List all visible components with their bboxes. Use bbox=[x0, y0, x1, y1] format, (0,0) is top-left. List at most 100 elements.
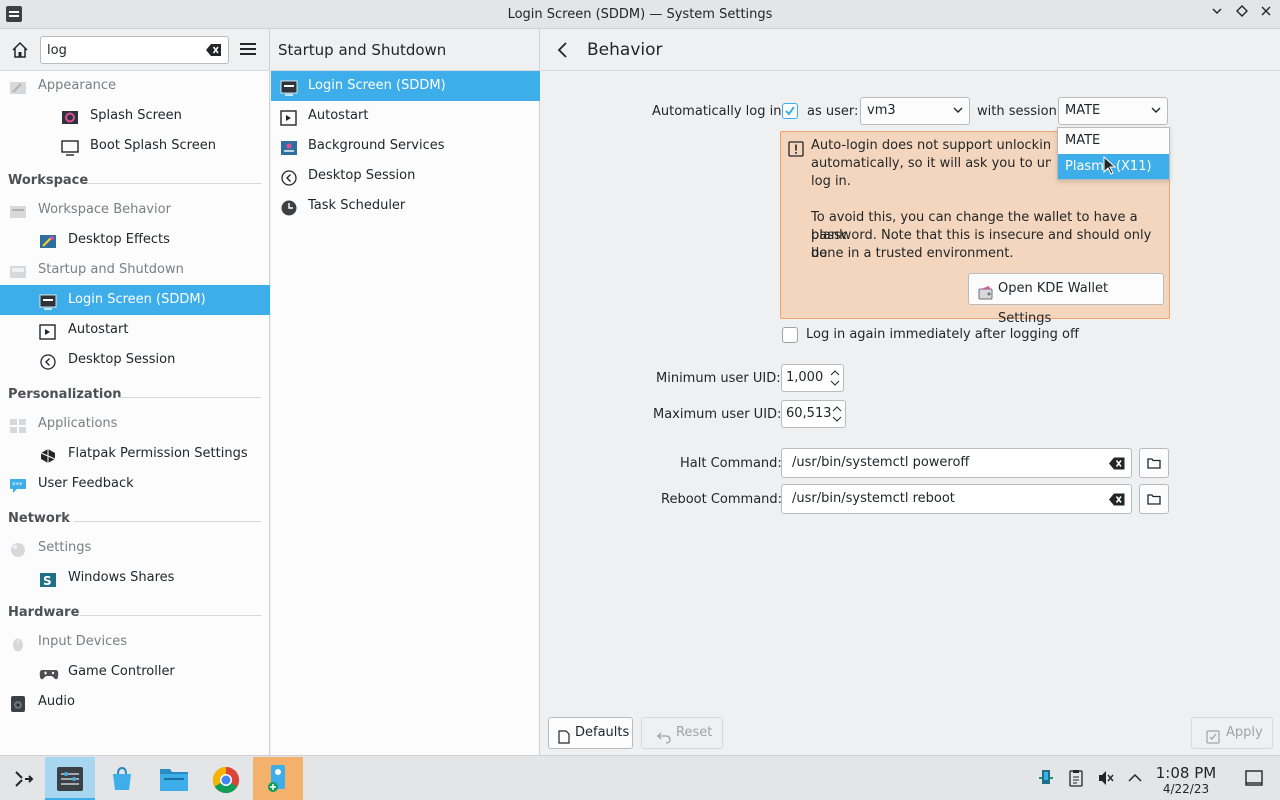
sidebar-item-autostart[interactable]: Autostart bbox=[0, 315, 270, 345]
mouse-cursor-icon bbox=[1103, 156, 1117, 175]
user-feedback-icon: *** bbox=[9, 476, 27, 493]
clock-time[interactable]: 1:08 PM bbox=[1153, 764, 1219, 782]
clipboard-icon[interactable] bbox=[1067, 769, 1085, 787]
reboot-command-browse-button[interactable] bbox=[1139, 484, 1169, 514]
relogin-label: Log in again immediately after logging o… bbox=[806, 327, 1079, 342]
taskbar: 1:08 PM 4/22/23 bbox=[0, 755, 1280, 800]
min-uid-label: Minimum user UID: bbox=[656, 371, 781, 386]
sidebar-item-input-devices[interactable]: Input Devices bbox=[0, 627, 270, 657]
user-combobox[interactable]: vm3 bbox=[860, 97, 970, 125]
sidebar-item-windows-shares[interactable]: S Windows Shares bbox=[0, 563, 270, 593]
sidebar-item-workspace-behavior[interactable]: Workspace Behavior bbox=[0, 195, 270, 225]
group-network: Network bbox=[8, 511, 262, 531]
reboot-command-input[interactable]: /usr/bin/systemctl reboot bbox=[781, 484, 1132, 514]
group-hardware: Hardware bbox=[8, 605, 262, 625]
windows-shares-icon: S bbox=[39, 570, 57, 588]
halt-command-label: Halt Command: bbox=[680, 456, 782, 471]
sidebar-item-boot-splash-screen[interactable]: Boot Splash Screen bbox=[0, 131, 270, 161]
max-uid-label: Maximum user UID: bbox=[653, 407, 782, 422]
halt-command-input[interactable]: /usr/bin/systemctl poweroff bbox=[781, 448, 1132, 478]
clock-date[interactable]: 4/22/23 bbox=[1153, 782, 1219, 796]
desktop-session-icon bbox=[280, 168, 298, 186]
folder-icon bbox=[1147, 458, 1161, 469]
application-launcher-icon[interactable] bbox=[0, 757, 50, 800]
sidebar-item-appearance[interactable]: Appearance bbox=[0, 71, 270, 101]
hamburger-menu-icon[interactable] bbox=[240, 41, 258, 57]
sidebar-item-startup-and-shutdown[interactable]: Startup and Shutdown bbox=[0, 255, 270, 285]
subpanel-item-task-scheduler[interactable]: Task Scheduler bbox=[271, 191, 540, 221]
warning-text-line2: automatically, so it will ask you to unl… bbox=[811, 156, 1051, 171]
sidebar-header bbox=[0, 29, 269, 71]
wallet-icon bbox=[978, 282, 994, 300]
halt-command-browse-button[interactable] bbox=[1139, 448, 1169, 478]
startup-icon bbox=[9, 262, 27, 278]
document-icon bbox=[558, 726, 570, 756]
chrome-icon[interactable] bbox=[201, 757, 251, 800]
network-settings-icon bbox=[9, 540, 27, 557]
relogin-checkbox[interactable] bbox=[782, 327, 798, 343]
defaults-button[interactable]: Defaults bbox=[548, 717, 633, 749]
group-personalization: Personalization bbox=[8, 387, 262, 407]
subpanel-item-background-services[interactable]: Background Services bbox=[271, 131, 540, 161]
session-combobox[interactable]: MATE bbox=[1058, 97, 1168, 125]
sidebar-item-user-feedback[interactable]: *** User Feedback bbox=[0, 469, 270, 499]
autostart-icon bbox=[280, 108, 298, 126]
sidebar-item-desktop-session[interactable]: Desktop Session bbox=[0, 345, 270, 375]
warning-text-para2-line3: done in a trusted environment. bbox=[811, 246, 1014, 261]
clear-text-icon[interactable] bbox=[1109, 493, 1125, 506]
subpanel-item-login-screen[interactable]: Login Screen (SDDM) bbox=[271, 71, 540, 101]
chevron-down-icon bbox=[1151, 107, 1161, 113]
sidebar-item-audio[interactable]: Audio bbox=[0, 687, 270, 717]
clear-text-icon[interactable] bbox=[1109, 457, 1125, 470]
subpanel-item-autostart[interactable]: Autostart bbox=[271, 101, 540, 131]
home-button[interactable] bbox=[10, 40, 30, 60]
subpanel-item-desktop-session[interactable]: Desktop Session bbox=[271, 161, 540, 191]
max-uid-spinbox[interactable]: 60,513 bbox=[781, 400, 846, 428]
workspace-behavior-icon bbox=[9, 202, 27, 218]
page-title: Behavior bbox=[587, 40, 663, 60]
chevron-down-icon bbox=[953, 107, 963, 113]
sidebar-item-game-controller[interactable]: Game Controller bbox=[0, 657, 270, 687]
sidebar-item-applications[interactable]: Applications bbox=[0, 409, 270, 439]
clock-icon bbox=[280, 198, 298, 216]
session-option-mate[interactable]: MATE bbox=[1058, 128, 1169, 153]
volume-muted-icon[interactable] bbox=[1097, 769, 1115, 787]
clear-search-icon[interactable] bbox=[206, 43, 222, 57]
reset-button[interactable]: Reset bbox=[641, 717, 723, 749]
min-uid-spinbox[interactable]: 1,000 bbox=[781, 364, 844, 392]
sidebar-item-login-screen[interactable]: Login Screen (SDDM) bbox=[0, 285, 270, 315]
open-kde-wallet-settings-button[interactable]: Open KDE Wallet Settings bbox=[968, 273, 1164, 326]
file-manager-icon[interactable] bbox=[149, 757, 199, 800]
monitor-icon bbox=[61, 138, 79, 156]
minimize-button[interactable] bbox=[1208, 5, 1226, 23]
sidebar-item-splash-screen[interactable]: Splash Screen bbox=[0, 101, 270, 131]
login-screen-icon bbox=[39, 292, 57, 310]
search-field[interactable] bbox=[40, 36, 229, 64]
back-icon[interactable] bbox=[555, 40, 571, 60]
category-panel: Startup and Shutdown Login Screen (SDDM)… bbox=[271, 29, 540, 755]
kde-connect-icon[interactable] bbox=[253, 757, 303, 800]
warning-text-line1: Auto-login does not support unlocking yo… bbox=[811, 138, 1051, 153]
title-bar: Login Screen (SDDM) — System Settings bbox=[0, 0, 1280, 29]
as-user-label: as user: bbox=[807, 104, 859, 119]
system-settings-taskbar-icon[interactable] bbox=[45, 757, 95, 800]
background-services-icon bbox=[280, 138, 298, 155]
sidebar-item-flatpak-permissions[interactable]: Flatpak Permission Settings bbox=[0, 439, 270, 469]
sidebar: Appearance Splash Screen Boot Splash Scr… bbox=[0, 29, 270, 755]
appearance-icon bbox=[9, 78, 27, 94]
show-desktop-icon[interactable] bbox=[1245, 769, 1263, 787]
discover-store-icon[interactable] bbox=[97, 757, 147, 800]
sidebar-item-desktop-effects[interactable]: Desktop Effects bbox=[0, 225, 270, 255]
spin-arrows-icon bbox=[832, 406, 842, 422]
close-button[interactable] bbox=[1257, 5, 1275, 23]
search-input[interactable] bbox=[47, 41, 197, 59]
input-devices-icon bbox=[9, 634, 27, 652]
autologin-checkbox[interactable] bbox=[782, 103, 798, 119]
sidebar-item-network-settings[interactable]: Settings bbox=[0, 533, 270, 563]
chevron-up-icon[interactable] bbox=[1127, 769, 1145, 787]
group-workspace: Workspace bbox=[8, 173, 262, 193]
apply-button[interactable]: Apply bbox=[1191, 717, 1273, 749]
warning-icon bbox=[788, 141, 804, 157]
network-tray-icon[interactable] bbox=[1037, 769, 1055, 787]
maximize-button[interactable] bbox=[1233, 5, 1251, 23]
